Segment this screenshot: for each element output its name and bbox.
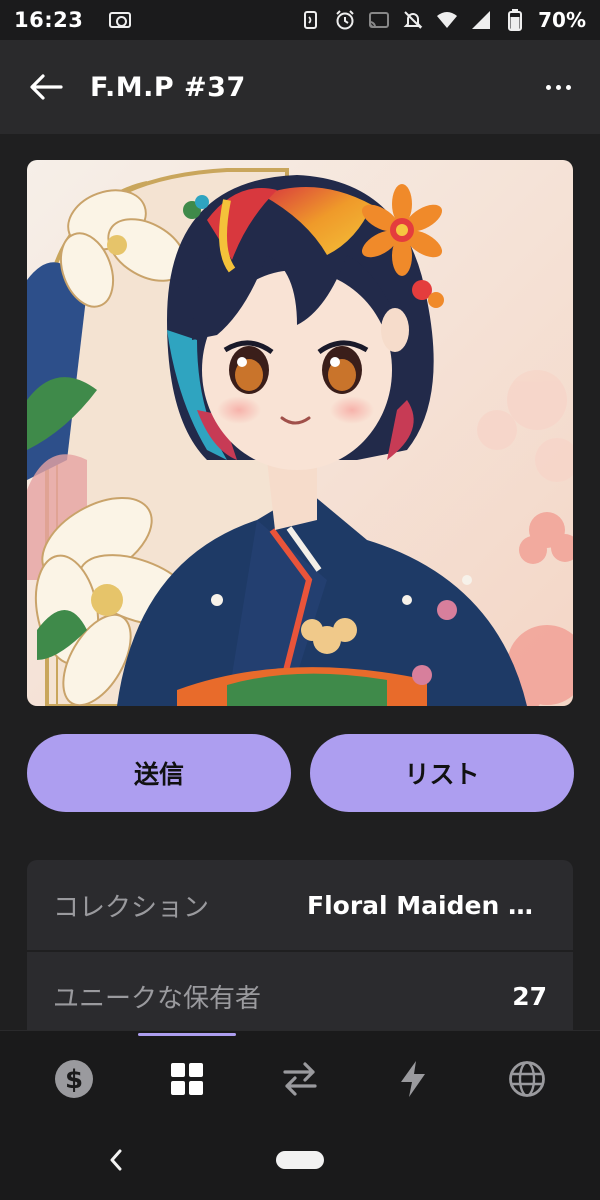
status-icons: 70%	[300, 8, 586, 32]
battery-percent: 70%	[538, 8, 586, 32]
arrow-left-icon	[30, 74, 63, 100]
status-bar: 16:23 70%	[0, 0, 600, 40]
system-back-button[interactable]	[103, 1144, 129, 1176]
notifications-off-icon	[402, 9, 424, 31]
more-horizontal-icon	[545, 84, 551, 90]
system-home-button[interactable]	[276, 1151, 324, 1169]
tab-swap[interactable]	[278, 1057, 322, 1101]
chevron-left-icon	[110, 1149, 122, 1171]
unique-holders-count: 27	[512, 981, 547, 1011]
list-button[interactable]: リスト	[310, 734, 574, 812]
wifi-icon	[436, 9, 458, 31]
lightning-icon	[401, 1061, 425, 1097]
nft-artwork-image[interactable]	[27, 160, 573, 706]
details-card: コレクション Floral Maiden Portraits ユニークな保有者 …	[27, 860, 573, 1040]
tab-wallet[interactable]: $	[52, 1057, 96, 1101]
dollar-coin-icon: $	[55, 1060, 93, 1098]
nfc-icon	[300, 9, 322, 31]
detail-label: コレクション	[53, 892, 210, 923]
detail-row-collection[interactable]: コレクション Floral Maiden Portraits	[27, 860, 573, 950]
tab-browser[interactable]	[505, 1057, 549, 1101]
detail-label: ユニークな保有者	[53, 983, 262, 1014]
status-time: 16:23	[14, 8, 84, 32]
collection-name: Floral Maiden Portraits	[307, 890, 547, 920]
globe-icon	[509, 1061, 545, 1097]
send-button[interactable]: 送信	[27, 734, 291, 812]
svg-text:$: $	[65, 1065, 83, 1095]
app-bar: F.M.P #37	[0, 40, 600, 134]
back-button[interactable]	[20, 61, 72, 113]
grid-icon	[171, 1063, 203, 1095]
more-options-button[interactable]	[538, 67, 578, 107]
battery-icon	[504, 9, 526, 31]
bottom-navigation: $	[0, 1030, 600, 1122]
system-navigation-bar	[0, 1122, 600, 1200]
active-tab-indicator	[138, 1033, 236, 1036]
camera-icon	[109, 12, 132, 28]
detail-row-unique-holders: ユニークな保有者 27	[27, 950, 573, 1040]
tab-activity[interactable]	[391, 1057, 435, 1101]
tab-collectibles[interactable]	[165, 1057, 209, 1101]
alarm-icon	[334, 9, 356, 31]
signal-icon	[470, 9, 492, 31]
swap-arrows-icon	[283, 1062, 317, 1096]
cast-icon	[368, 9, 390, 31]
page-title: F.M.P #37	[90, 71, 246, 103]
